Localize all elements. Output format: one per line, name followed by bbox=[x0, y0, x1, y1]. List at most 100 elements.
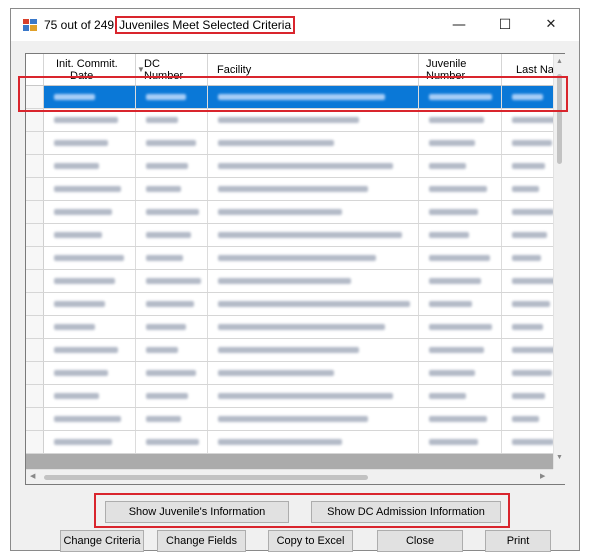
table-cell-redacted[interactable] bbox=[208, 270, 419, 292]
table-cell-redacted[interactable] bbox=[502, 270, 553, 292]
table-cell-redacted[interactable] bbox=[44, 270, 136, 292]
table-row[interactable] bbox=[26, 201, 553, 224]
row-header[interactable] bbox=[26, 201, 44, 223]
table-row[interactable] bbox=[26, 316, 553, 339]
table-row[interactable] bbox=[26, 224, 553, 247]
table-cell-redacted[interactable] bbox=[419, 362, 502, 384]
row-header[interactable] bbox=[26, 431, 44, 453]
table-row[interactable] bbox=[26, 293, 553, 316]
table-cell-redacted[interactable] bbox=[502, 247, 553, 269]
table-cell-redacted[interactable] bbox=[502, 201, 553, 223]
table-cell-redacted[interactable] bbox=[419, 339, 502, 361]
table-cell-redacted[interactable] bbox=[208, 408, 419, 430]
horizontal-scroll-thumb[interactable] bbox=[44, 475, 368, 480]
table-cell-redacted[interactable] bbox=[419, 316, 502, 338]
table-cell-redacted[interactable] bbox=[502, 155, 553, 177]
table-row[interactable] bbox=[26, 339, 553, 362]
table-cell-redacted[interactable] bbox=[44, 178, 136, 200]
table-cell-redacted[interactable] bbox=[419, 201, 502, 223]
table-cell-redacted[interactable] bbox=[208, 316, 419, 338]
row-header[interactable] bbox=[26, 109, 44, 131]
table-cell-redacted[interactable] bbox=[502, 339, 553, 361]
table-cell-redacted[interactable] bbox=[502, 109, 553, 131]
maximize-button[interactable]: ☐ bbox=[482, 9, 528, 41]
table-cell-redacted[interactable] bbox=[208, 155, 419, 177]
results-grid[interactable]: Init. Commit. Date ▼ DC Number Facility … bbox=[25, 53, 565, 485]
table-cell-redacted[interactable] bbox=[419, 247, 502, 269]
row-header[interactable] bbox=[26, 178, 44, 200]
row-header[interactable] bbox=[26, 270, 44, 292]
table-cell-redacted[interactable] bbox=[136, 293, 208, 315]
row-header[interactable] bbox=[26, 339, 44, 361]
table-cell-redacted[interactable] bbox=[136, 408, 208, 430]
table-row[interactable] bbox=[26, 408, 553, 431]
table-cell-redacted[interactable] bbox=[208, 339, 419, 361]
minimize-button[interactable]: — bbox=[436, 9, 482, 41]
table-cell-redacted[interactable] bbox=[136, 431, 208, 453]
table-row[interactable] bbox=[26, 109, 553, 132]
table-cell-redacted[interactable] bbox=[208, 224, 419, 246]
table-cell-redacted[interactable] bbox=[44, 362, 136, 384]
table-cell-redacted[interactable] bbox=[44, 408, 136, 430]
table-cell-redacted[interactable] bbox=[208, 201, 419, 223]
table-cell-redacted[interactable] bbox=[44, 339, 136, 361]
table-cell-redacted[interactable] bbox=[502, 224, 553, 246]
table-row[interactable] bbox=[26, 362, 553, 385]
scroll-down-icon[interactable]: ▼ bbox=[556, 454, 563, 461]
table-cell-redacted[interactable] bbox=[44, 385, 136, 407]
scroll-left-icon[interactable]: ◀ bbox=[30, 472, 35, 480]
table-cell-redacted[interactable] bbox=[502, 293, 553, 315]
table-cell-redacted[interactable] bbox=[419, 132, 502, 154]
table-cell-redacted[interactable] bbox=[44, 316, 136, 338]
table-cell-redacted[interactable] bbox=[136, 385, 208, 407]
row-header[interactable] bbox=[26, 224, 44, 246]
table-cell-redacted[interactable] bbox=[502, 362, 553, 384]
table-cell-redacted[interactable] bbox=[419, 224, 502, 246]
table-cell-redacted[interactable] bbox=[419, 109, 502, 131]
row-header[interactable] bbox=[26, 362, 44, 384]
table-cell-redacted[interactable] bbox=[419, 155, 502, 177]
table-cell-redacted[interactable] bbox=[502, 408, 553, 430]
row-header[interactable] bbox=[26, 293, 44, 315]
table-cell-redacted[interactable] bbox=[136, 109, 208, 131]
table-cell-redacted[interactable] bbox=[419, 408, 502, 430]
table-cell-redacted[interactable] bbox=[136, 339, 208, 361]
table-cell-redacted[interactable] bbox=[419, 178, 502, 200]
table-cell-redacted[interactable] bbox=[502, 316, 553, 338]
row-header[interactable] bbox=[26, 132, 44, 154]
table-cell-redacted[interactable] bbox=[419, 270, 502, 292]
close-button[interactable]: Close bbox=[377, 530, 463, 552]
table-cell-redacted[interactable] bbox=[502, 431, 553, 453]
table-cell-redacted[interactable] bbox=[44, 224, 136, 246]
table-cell-redacted[interactable] bbox=[136, 201, 208, 223]
row-header[interactable] bbox=[26, 408, 44, 430]
vertical-scrollbar[interactable]: ▲ ▼ bbox=[553, 54, 565, 469]
table-cell-redacted[interactable] bbox=[208, 178, 419, 200]
table-cell-redacted[interactable] bbox=[208, 109, 419, 131]
table-cell-redacted[interactable] bbox=[44, 109, 136, 131]
table-cell-redacted[interactable] bbox=[502, 385, 553, 407]
table-cell-redacted[interactable] bbox=[419, 293, 502, 315]
table-cell-redacted[interactable] bbox=[136, 132, 208, 154]
table-cell-redacted[interactable] bbox=[136, 316, 208, 338]
row-header[interactable] bbox=[26, 155, 44, 177]
table-row[interactable] bbox=[26, 178, 553, 201]
table-row[interactable] bbox=[26, 132, 553, 155]
scroll-right-icon[interactable]: ▶ bbox=[540, 472, 545, 480]
print-button[interactable]: Print bbox=[485, 530, 551, 552]
horizontal-scrollbar[interactable]: ◀ ▶ bbox=[26, 469, 553, 484]
table-cell-redacted[interactable] bbox=[44, 201, 136, 223]
table-row[interactable] bbox=[26, 385, 553, 408]
table-cell-redacted[interactable] bbox=[44, 247, 136, 269]
table-cell-redacted[interactable] bbox=[136, 155, 208, 177]
table-cell-redacted[interactable] bbox=[208, 247, 419, 269]
table-cell-redacted[interactable] bbox=[502, 132, 553, 154]
table-cell-redacted[interactable] bbox=[44, 132, 136, 154]
table-cell-redacted[interactable] bbox=[502, 178, 553, 200]
change-fields-button[interactable]: Change Fields bbox=[157, 530, 246, 552]
table-row[interactable] bbox=[26, 431, 553, 454]
row-header[interactable] bbox=[26, 385, 44, 407]
table-cell-redacted[interactable] bbox=[419, 385, 502, 407]
table-cell-redacted[interactable] bbox=[136, 178, 208, 200]
table-row[interactable] bbox=[26, 247, 553, 270]
